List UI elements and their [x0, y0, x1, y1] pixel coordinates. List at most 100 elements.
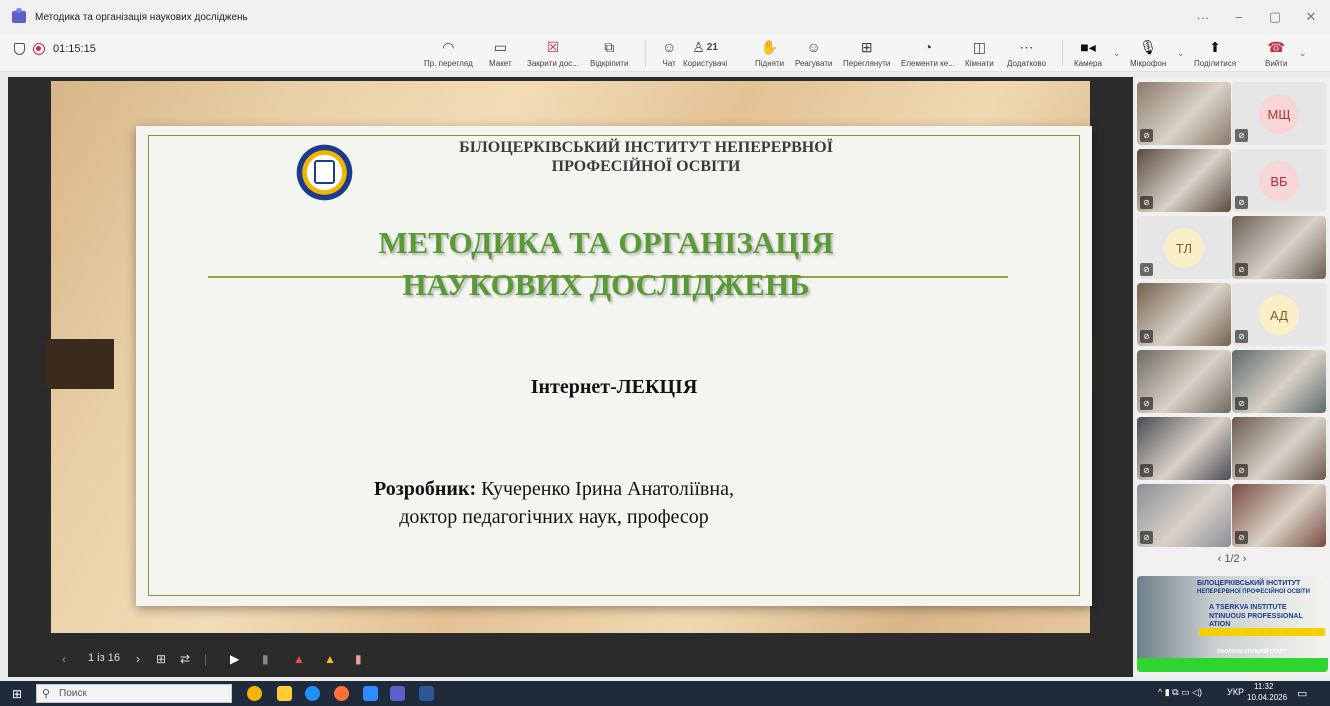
more-icon[interactable]: ···	[1186, 0, 1220, 34]
settings-sliders-icon[interactable]: ⇄	[180, 652, 190, 666]
recording-icon	[33, 43, 45, 55]
preview-text-line: НЕПЕРЕРВНОЇ ПРОФЕСІЙНОЇ ОСВІТИ	[1197, 589, 1310, 595]
pointer-icon[interactable]: ▶	[230, 652, 239, 666]
microphone-button[interactable]: 🎙 Мікрофон	[1130, 37, 1166, 69]
participant-tile-video[interactable]: ⊘	[1137, 350, 1231, 413]
firefox-icon[interactable]	[334, 686, 349, 701]
gallery-pager[interactable]: ‹ 1/2 ›	[1134, 553, 1330, 565]
preview-button[interactable]: ◠ Пр. перегляд	[424, 37, 473, 69]
preview-bar	[1137, 658, 1328, 672]
taskbar-search[interactable]: ⚲ Поиск	[36, 684, 232, 703]
participant-tile-video[interactable]: ⊘	[1232, 350, 1326, 413]
stop-sharing-button[interactable]: ☒ Закрити дос...	[527, 37, 579, 69]
close-share-icon: ☒	[546, 38, 560, 55]
title-bar: Методика та організація наукових дослідж…	[0, 0, 1330, 34]
preview-text-line: БІЛОЦЕРКІВСЬКИЙ ІНСТИТУТ	[1197, 580, 1301, 587]
avatar-initials: МЩ	[1259, 94, 1299, 134]
mic-muted-icon: ⊘	[1140, 330, 1153, 343]
avatar-initials: АД	[1259, 295, 1299, 335]
chevron-down-icon[interactable]: ⌄	[1299, 48, 1307, 59]
self-preview-video[interactable]: БІЛОЦЕРКІВСЬКИЙ ІНСТИТУТ НЕПЕРЕРВНОЇ ПРО…	[1137, 576, 1328, 672]
presentation-controls: ‹ 1 із 16 › ⊞ ⇄ | ▶ ▮ ▲ ▲ ▮	[8, 642, 1133, 677]
author-name: Кучеренко Ірина Анатоліївна,	[476, 478, 734, 500]
word-icon[interactable]	[419, 686, 434, 701]
chevron-down-icon[interactable]: ⌄	[1113, 48, 1121, 59]
language-indicator[interactable]: УКР	[1227, 687, 1244, 697]
react-button[interactable]: ☺ Реагувати	[795, 37, 832, 68]
people-count: 21	[706, 41, 718, 53]
rooms-button[interactable]: ◫ Кімнати	[965, 37, 994, 69]
chat-button[interactable]: ☺ Чат	[662, 37, 676, 68]
shared-content-area: БІЛОЦЕРКІВСЬКИЙ ІНСТИТУТ НЕПЕРЕРВНОЇ ПРО…	[8, 77, 1133, 677]
eraser-icon[interactable]: ▮	[355, 652, 362, 666]
more-button[interactable]: ⋯ Додатково	[1007, 37, 1046, 69]
pager-text: 1/2	[1224, 553, 1240, 565]
participant-tile-video[interactable]: ⊘	[1137, 82, 1231, 145]
laser-pointer-icon[interactable]: ▮	[262, 652, 269, 666]
tray-icons[interactable]: ^ ▮ ⧉ ▭ ◁)	[1158, 687, 1202, 698]
layout-button[interactable]: ▭ Макет	[489, 37, 512, 69]
chevron-right-icon[interactable]: ›	[1240, 553, 1247, 565]
mic-muted-icon: ⊘	[1235, 531, 1248, 544]
participant-tile-video[interactable]: ⊘	[1137, 417, 1231, 480]
chrome-icon[interactable]	[247, 686, 262, 701]
mic-muted-icon: ⊘	[1235, 263, 1248, 276]
participant-tile-avatar[interactable]: АД ⊘	[1232, 283, 1326, 346]
participant-tile-video[interactable]: ⊘	[1232, 484, 1326, 547]
mic-muted-icon: ⊘	[1140, 464, 1153, 477]
participant-tile-video[interactable]: ⊘	[1137, 484, 1231, 547]
raise-hand-icon: ✋	[760, 38, 779, 55]
institute-logo	[292, 140, 357, 205]
camera-button[interactable]: ■◂ Камера	[1074, 37, 1102, 69]
layout-icon: ▭	[493, 38, 507, 55]
preview-text-line: A TSERKVA INSTITUTE	[1209, 604, 1287, 611]
institute-name-line1: БІЛОЦЕРКІВСЬКИЙ ІНСТИТУТ НЕПЕРЕРВНОЇ	[459, 139, 833, 156]
search-placeholder: Поиск	[59, 688, 87, 699]
participant-tile-avatar[interactable]: ТЛ ⊘	[1137, 216, 1231, 279]
preview-text-line: ОБОЛОНЬ СПІЛЬНІЙ СТАРТ	[1217, 649, 1287, 655]
previous-slide-icon[interactable]: ‹	[62, 652, 66, 666]
slide-title-line2: НАУКОВИХ ДОСЛІДЖЕНЬ	[402, 267, 810, 302]
file-explorer-icon[interactable]	[277, 686, 292, 701]
mic-muted-icon: ⊘	[1235, 464, 1248, 477]
view-button[interactable]: ⊞ Переглянути	[843, 37, 890, 69]
close-icon[interactable]: ✕	[1294, 0, 1328, 34]
participant-tile-video[interactable]: ⊘	[1232, 417, 1326, 480]
raise-hand-button[interactable]: ✋ Підняти	[755, 37, 784, 69]
microphone-icon: 🎙	[1139, 38, 1158, 55]
chevron-down-icon[interactable]: ⌄	[1177, 48, 1185, 59]
unpin-button[interactable]: ⧉ Відкріпити	[590, 37, 628, 69]
windows-start-icon[interactable]: ⊞	[12, 687, 22, 701]
author-line: Розробник: Кучеренко Ірина Анатоліївна,	[76, 478, 1032, 501]
notifications-icon[interactable]: ▭	[1297, 687, 1307, 700]
edge-icon[interactable]	[305, 686, 320, 701]
next-slide-icon[interactable]: ›	[136, 652, 140, 666]
people-button[interactable]: ♙ 21 Користувачі	[683, 37, 727, 69]
apps-button[interactable]: ◔ Елементи ке...	[901, 37, 955, 68]
participant-tile-video[interactable]: ⊘	[1232, 216, 1326, 279]
toolbar-divider	[1062, 40, 1063, 66]
zoom-icon[interactable]	[363, 686, 378, 701]
mic-muted-icon: ⊘	[1235, 196, 1248, 209]
participant-tile-avatar[interactable]: МЩ ⊘	[1232, 82, 1326, 145]
participant-tile-video[interactable]: ⊘	[1137, 283, 1231, 346]
slide-title-line1: МЕТОДИКА ТА ОРГАНІЗАЦІЯ	[378, 225, 834, 260]
teams-taskbar-icon[interactable]	[390, 686, 405, 701]
recording-status: 01:15:15	[14, 43, 96, 55]
participant-tile-avatar[interactable]: ВБ ⊘	[1232, 149, 1326, 212]
logo-emblem	[314, 160, 335, 184]
share-button[interactable]: ⬆ Поділитися	[1194, 37, 1236, 69]
minimize-icon[interactable]: −	[1222, 0, 1256, 34]
restore-icon[interactable]: ▢	[1258, 0, 1292, 34]
pen-icon[interactable]: ▲	[293, 652, 305, 666]
lecture-type: Інтернет-ЛЕКЦІЯ	[530, 376, 698, 398]
mic-muted-icon: ⊘	[1140, 397, 1153, 410]
participant-tile-video[interactable]: ⊘	[1137, 149, 1231, 212]
view-grid-icon: ⊞	[860, 38, 873, 55]
meeting-timer: 01:15:15	[53, 43, 96, 55]
highlighter-icon[interactable]: ▲	[324, 652, 336, 666]
leave-button[interactable]: ☎ Вийти	[1265, 37, 1287, 69]
participant-gallery: ⊘ МЩ ⊘ ⊘ ВБ ⊘ ТЛ ⊘ ⊘ ⊘ АД ⊘ ⊘ ⊘ ⊘ ⊘ ⊘ ⊘ ‹ 1/2 › БІЛОЦЕРКІ…	[1134, 77, 1330, 677]
smiley-icon: ☺	[806, 39, 821, 55]
grid-view-icon[interactable]: ⊞	[156, 652, 166, 666]
